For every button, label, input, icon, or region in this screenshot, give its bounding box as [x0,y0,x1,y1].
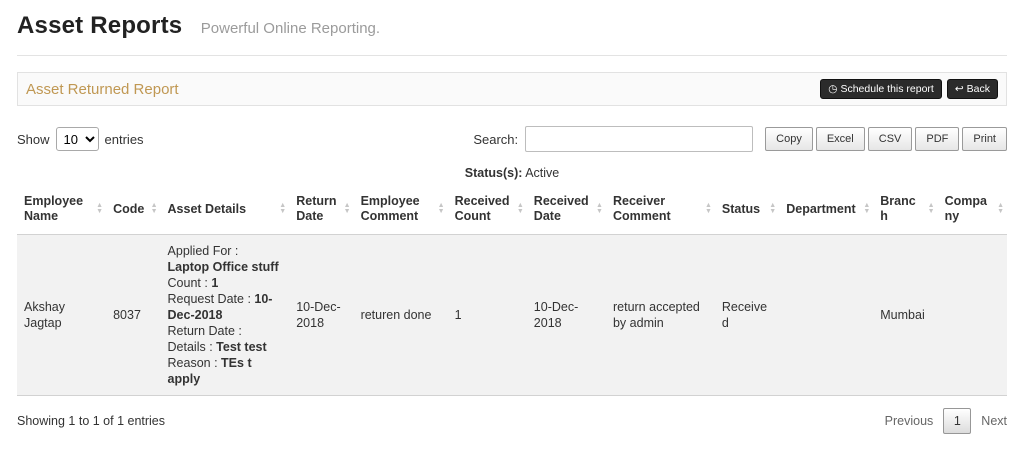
pagination: Previous 1 Next [885,408,1007,434]
column-header-return-date[interactable]: Return Date ▲ ▼ [289,184,354,235]
cell-status: Received [714,234,780,396]
table-header-row: Employee Name ▲ ▼ Code ▲ ▼ Asset Details ▲… [17,184,1007,235]
page-length-control: Show 10 entries [17,127,144,151]
previous-button[interactable]: Previous [885,414,934,428]
back-button[interactable]: ↩ Back [946,79,998,99]
page-subtitle: Powerful Online Reporting. [200,20,381,37]
show-label: Show [17,131,50,147]
column-header-employee-comment[interactable]: Employee Comment ▲ ▼ [353,184,448,235]
clock-icon: ◷ [828,83,838,95]
back-arrow-icon: ↩ [954,83,964,95]
column-header-branch[interactable]: Branch ▲ ▼ [873,184,938,235]
cell-return-date: 10-Dec-2018 [289,234,354,396]
cell-received-count: 1 [447,234,527,396]
cell-code: 8037 [106,234,161,396]
cell-employee-comment: returen done [353,234,448,396]
sort-icon: ▲ ▼ [96,202,104,215]
search-input[interactable] [525,126,754,152]
column-header-department[interactable]: Department ▲ ▼ [779,184,874,235]
table-footer: Showing 1 to 1 of 1 entries Previous 1 N… [17,408,1007,434]
page-size-select[interactable]: 10 [55,127,99,151]
sort-icon: ▲ ▼ [997,202,1004,215]
status-line: Status(s): Active [17,166,1007,180]
asset-returned-table: Employee Name ▲ ▼ Code ▲ ▼ Asset Details ▲… [17,184,1007,396]
sort-icon: ▲ ▼ [863,202,871,215]
page-1-button[interactable]: 1 [943,408,972,434]
report-panel-header: Asset Returned Report ◷ Schedule this re… [17,72,1007,106]
asset-detail-line: Return Date : [167,324,242,338]
print-button[interactable]: Print [962,127,1007,151]
column-header-received-date[interactable]: Received Date ▲ ▼ [526,184,606,235]
cell-department [779,234,874,396]
sort-icon: ▲ ▼ [927,202,935,215]
page: Asset Reports Powerful Online Reporting.… [0,0,1024,434]
sort-icon: ▲ ▼ [769,202,777,215]
asset-detail-line: Reason : TEs t apply [167,356,252,386]
table-controls: Show 10 entries Search: Copy Excel CSV P… [17,126,1007,152]
cell-company [937,234,1007,396]
table-row: Akshay Jagtap 8037 Applied For : Laptop … [17,234,1007,396]
asset-detail-line: Details : Test test [167,340,267,354]
report-actions: ◷ Schedule this report ↩ Back [815,79,998,99]
pdf-button[interactable]: PDF [915,127,960,151]
column-header-employee-name[interactable]: Employee Name ▲ ▼ [17,184,107,235]
sort-icon: ▲ ▼ [343,202,351,215]
excel-button[interactable]: Excel [815,127,865,151]
status-value: Active [525,166,560,180]
csv-button[interactable]: CSV [867,127,913,151]
column-header-received-count[interactable]: Received Count ▲ ▼ [447,184,527,235]
showing-entries-text: Showing 1 to 1 of 1 entries [17,414,166,428]
sort-icon: ▲ ▼ [596,202,603,215]
cell-employee-name: Akshay Jagtap [17,234,107,396]
cell-receiver-comment: return accepted by admin [605,234,715,396]
page-title: Asset Reports [17,12,183,39]
report-title: Asset Returned Report [26,80,179,98]
back-label: Back [966,83,990,95]
sort-icon: ▲ ▼ [516,202,524,215]
asset-detail-line: Count : 1 [167,276,219,290]
sort-icon: ▲ ▼ [150,202,158,215]
asset-detail-line: Request Date : 10-Dec-2018 [167,292,273,322]
cell-branch: Mumbai [873,234,938,396]
asset-detail-line: Applied For : Laptop Office stuff [167,244,279,274]
search-control: Search: [473,126,754,152]
column-header-company[interactable]: Company ▲ ▼ [937,184,1007,235]
column-header-code[interactable]: Code ▲ ▼ [106,184,161,235]
page-header: Asset Reports Powerful Online Reporting. [17,10,1007,40]
column-header-asset-details[interactable]: Asset Details ▲ ▼ [160,184,290,235]
cell-asset-details: Applied For : Laptop Office stuff Count … [160,234,290,396]
entries-label: entries [104,131,144,147]
next-button[interactable]: Next [981,414,1007,428]
column-header-receiver-comment[interactable]: Receiver Comment ▲ ▼ [605,184,715,235]
sort-icon: ▲ ▼ [704,202,712,215]
schedule-report-label: Schedule this report [840,83,934,95]
status-label: Status(s): [464,166,523,180]
sort-icon: ▲ ▼ [279,202,287,215]
schedule-report-button[interactable]: ◷ Schedule this report [820,79,942,99]
column-header-status[interactable]: Status ▲ ▼ [714,184,780,235]
export-buttons: Copy Excel CSV PDF Print [765,127,1007,151]
sort-icon: ▲ ▼ [437,202,445,215]
copy-button[interactable]: Copy [765,127,813,151]
cell-received-date: 10-Dec-2018 [526,234,606,396]
header-divider [17,55,1007,56]
search-label: Search: [473,131,519,147]
